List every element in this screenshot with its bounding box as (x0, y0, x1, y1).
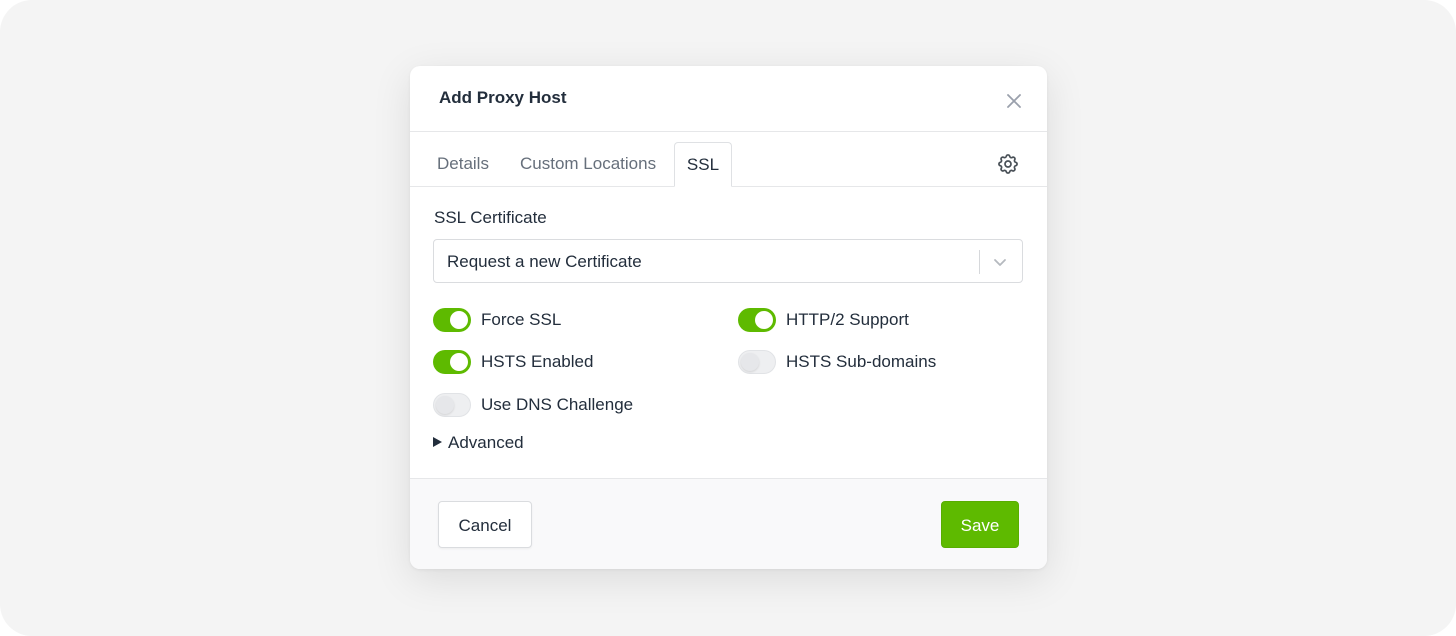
switch-knob (741, 353, 759, 371)
ssl-certificate-label: SSL Certificate (434, 208, 547, 227)
modal-header: Add Proxy Host (410, 66, 1047, 132)
advanced-label: Advanced (448, 433, 524, 452)
select-separator (979, 250, 980, 274)
switch-http2-support[interactable] (738, 308, 776, 332)
ssl-certificate-value: Request a new Certificate (447, 252, 642, 271)
switch-knob (436, 396, 454, 414)
settings-button[interactable] (996, 152, 1020, 176)
toggle-label-dns-challenge: Use DNS Challenge (481, 395, 634, 414)
switch-dns-challenge[interactable] (433, 393, 471, 417)
switch-hsts-subdomains[interactable] (738, 350, 776, 374)
toggle-label-http2-support: HTTP/2 Support (786, 310, 909, 329)
modal-title: Add Proxy Host (439, 88, 567, 107)
gear-icon (998, 154, 1018, 174)
close-button[interactable] (1002, 89, 1026, 113)
cancel-button[interactable]: Cancel (438, 501, 532, 548)
toggle-label-force-ssl: Force SSL (481, 310, 562, 329)
toggle-label-hsts-enabled: HSTS Enabled (481, 352, 594, 371)
add-proxy-host-modal: Add Proxy Host Details Custom Locations … (410, 66, 1047, 569)
save-button[interactable]: Save (941, 501, 1019, 548)
switch-knob (450, 311, 468, 329)
switch-force-ssl[interactable] (433, 308, 471, 332)
ssl-certificate-select[interactable]: Request a new Certificate (433, 239, 1023, 283)
tab-custom-locations[interactable]: Custom Locations (520, 132, 656, 186)
modal-footer: Cancel Save (410, 478, 1047, 569)
tab-details[interactable]: Details (437, 132, 489, 186)
switch-hsts-enabled[interactable] (433, 350, 471, 374)
switch-knob (450, 353, 468, 371)
tab-bar: Details Custom Locations SSL (410, 132, 1047, 187)
toggle-label-hsts-subdomains: HSTS Sub-domains (786, 352, 937, 371)
chevron-down-icon (994, 259, 1006, 266)
switch-knob (755, 311, 773, 329)
advanced-toggle[interactable]: Advanced (433, 433, 524, 453)
tab-ssl[interactable]: SSL (674, 142, 732, 187)
triangle-right-icon (433, 437, 442, 447)
close-icon (1007, 94, 1021, 108)
